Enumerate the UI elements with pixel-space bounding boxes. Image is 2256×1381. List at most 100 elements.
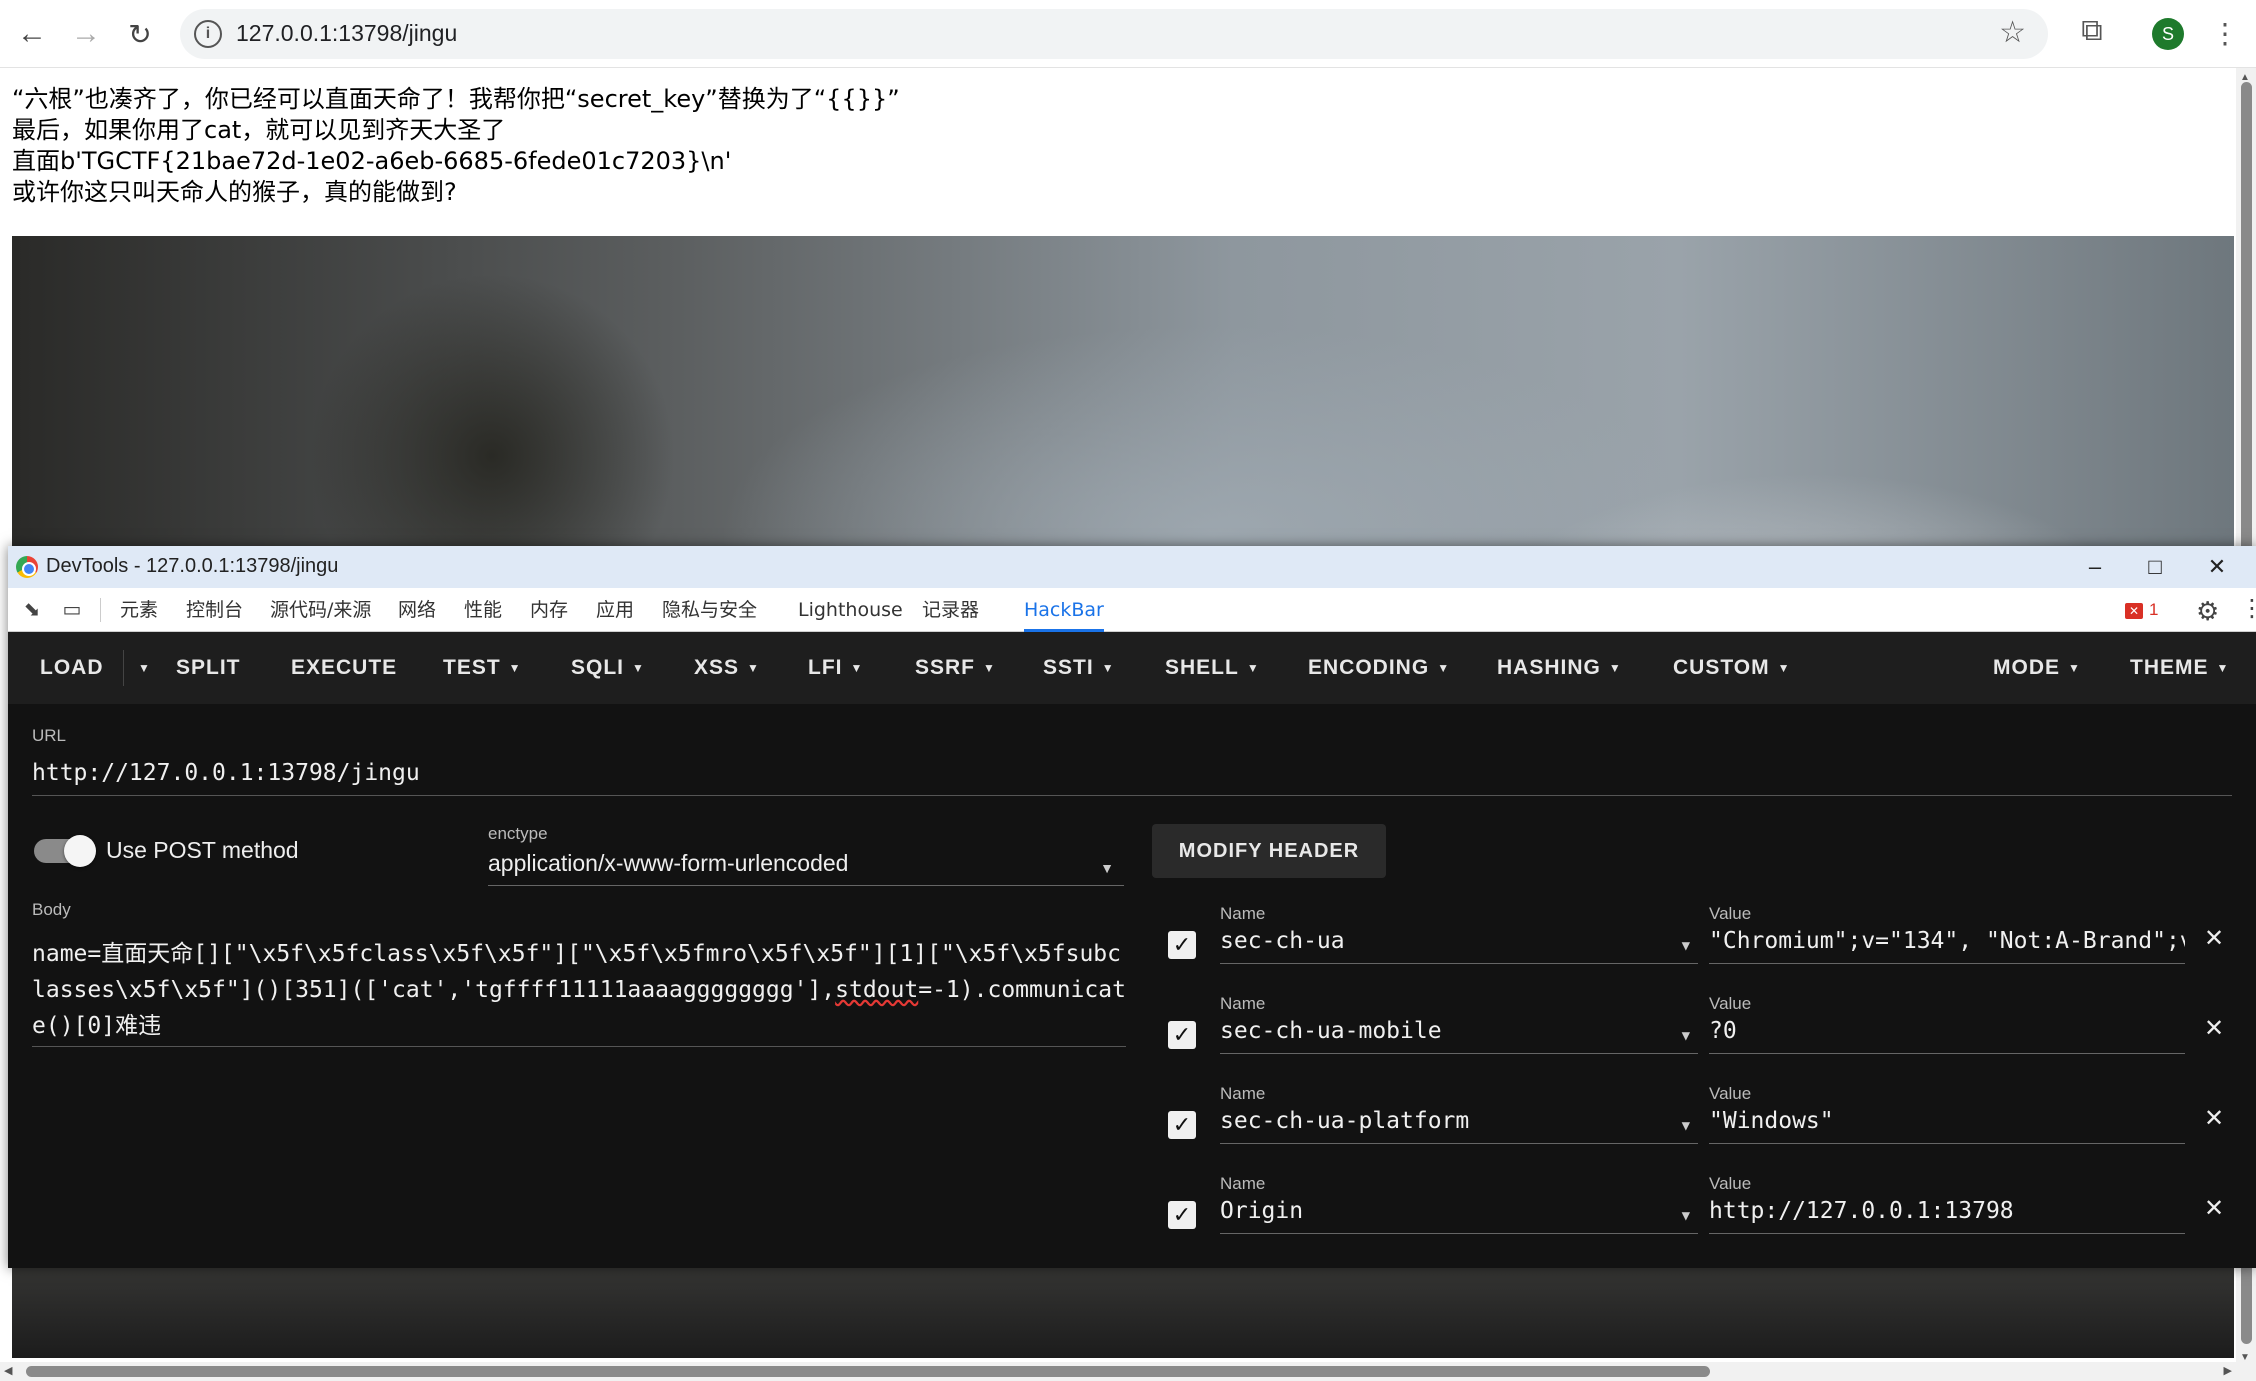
message-line: 或许你这只叫天命人的猴子，真的能做到? bbox=[12, 178, 457, 206]
site-info-icon[interactable]: i bbox=[194, 20, 222, 48]
browser-menu-icon[interactable]: ⋮ bbox=[2210, 16, 2240, 52]
tab-privacy-security[interactable]: 隐私与安全 bbox=[662, 588, 757, 632]
remove-header-icon[interactable]: ✕ bbox=[2204, 1104, 2224, 1133]
page-message: “六根”也凑齐了，你已经可以直面天命了！我帮你把“secret_key”替换为了… bbox=[12, 84, 900, 208]
tab-sources[interactable]: 源代码/来源 bbox=[270, 588, 371, 632]
tab-lighthouse[interactable]: Lighthouse bbox=[798, 588, 903, 632]
header-name-label: Name bbox=[1220, 904, 1266, 923]
header-value-label: Value bbox=[1709, 1084, 1752, 1103]
header-name-label: Name bbox=[1220, 994, 1266, 1013]
settings-gear-icon[interactable]: ⚙ bbox=[2196, 596, 2219, 627]
message-line: 最后，如果你用了cat，就可以见到齐天大圣了 bbox=[12, 116, 506, 144]
device-toolbar-icon[interactable]: ▭ bbox=[60, 598, 84, 622]
header-enabled-checkbox[interactable]: ✓ bbox=[1168, 1201, 1196, 1229]
header-name-select[interactable]: Origin ▼ bbox=[1220, 1198, 1698, 1234]
chevron-down-icon: ▼ bbox=[850, 661, 864, 676]
close-window-icon[interactable]: ✕ bbox=[2192, 550, 2242, 584]
header-row: ✓ Name sec-ch-ua-mobile ▼ Value ?0 ✕ bbox=[1158, 986, 2248, 1076]
sqli-menu[interactable]: SQLI ▼ bbox=[571, 632, 645, 704]
tab-performance[interactable]: 性能 bbox=[464, 588, 502, 632]
tab-elements[interactable]: 元素 bbox=[120, 588, 158, 632]
header-enabled-checkbox[interactable]: ✓ bbox=[1168, 1021, 1196, 1049]
mode-menu[interactable]: MODE ▼ bbox=[1993, 632, 2081, 704]
url-label: URL bbox=[32, 726, 67, 745]
header-row: ✓ Name sec-ch-ua ▼ Value "Chromium";v="13… bbox=[1158, 896, 2248, 986]
header-enabled-checkbox[interactable]: ✓ bbox=[1168, 931, 1196, 959]
header-name-select[interactable]: sec-ch-ua-platform ▼ bbox=[1220, 1108, 1698, 1144]
header-enabled-checkbox[interactable]: ✓ bbox=[1168, 1111, 1196, 1139]
theme-menu-label: THEME bbox=[2130, 656, 2209, 679]
encoding-menu[interactable]: ENCODING ▼ bbox=[1308, 632, 1450, 704]
load-button[interactable]: LOAD bbox=[40, 632, 104, 704]
tab-recorder[interactable]: 记录器 bbox=[922, 588, 979, 632]
execute-button[interactable]: EXECUTE bbox=[291, 632, 397, 704]
header-name-label: Name bbox=[1220, 1084, 1266, 1103]
header-name-select[interactable]: sec-ch-ua ▼ bbox=[1220, 928, 1698, 964]
post-method-toggle[interactable] bbox=[34, 835, 96, 867]
bookmark-star-icon[interactable]: ☆ bbox=[1999, 15, 2026, 50]
forward-arrow-icon[interactable]: → bbox=[66, 14, 106, 54]
horizontal-scrollbar[interactable]: ◀ ▶ bbox=[0, 1362, 2236, 1381]
split-button[interactable]: SPLIT bbox=[176, 632, 241, 704]
remove-header-icon[interactable]: ✕ bbox=[2204, 924, 2224, 953]
error-count: 1 bbox=[2149, 600, 2159, 619]
tab-application[interactable]: 应用 bbox=[596, 588, 634, 632]
header-row: ✓ Name Origin ▼ Value http://127.0.0.1:13… bbox=[1158, 1166, 2248, 1256]
scroll-down-icon[interactable]: ▼ bbox=[2240, 1352, 2250, 1363]
scroll-left-icon[interactable]: ◀ bbox=[4, 1364, 12, 1377]
profile-avatar[interactable]: S bbox=[2152, 18, 2184, 50]
scroll-right-icon[interactable]: ▶ bbox=[2224, 1364, 2232, 1377]
header-value-input[interactable]: http://127.0.0.1:13798 bbox=[1709, 1198, 2185, 1234]
ssrf-menu[interactable]: SSRF ▼ bbox=[915, 632, 996, 704]
hackbar-toolbar: LOAD ▼ SPLIT EXECUTE TEST ▼ SQLI ▼ XSS ▼ LF… bbox=[8, 632, 2256, 704]
hackbar-panel: URL http://127.0.0.1:13798/jingu Use POS… bbox=[8, 704, 2256, 1268]
shell-menu[interactable]: SHELL ▼ bbox=[1165, 632, 1260, 704]
chevron-down-icon: ▼ bbox=[1777, 661, 1791, 676]
devtools-menu-icon[interactable]: ⋮ bbox=[2240, 594, 2256, 623]
custom-menu-label: CUSTOM bbox=[1673, 656, 1770, 679]
header-value-input[interactable]: "Chromium";v="134", "Not:A-Brand";v="24"… bbox=[1709, 928, 2185, 964]
header-value-input[interactable]: ?0 bbox=[1709, 1018, 2185, 1054]
tab-network[interactable]: 网络 bbox=[398, 588, 436, 632]
hashing-menu[interactable]: HASHING ▼ bbox=[1497, 632, 1622, 704]
header-name-select[interactable]: sec-ch-ua-mobile ▼ bbox=[1220, 1018, 1698, 1054]
test-menu[interactable]: TEST ▼ bbox=[443, 632, 522, 704]
inspect-element-icon[interactable]: ⬊ bbox=[20, 598, 44, 622]
chevron-down-icon: ▼ bbox=[1681, 1118, 1690, 1134]
ssti-menu-label: SSTI bbox=[1043, 656, 1094, 679]
modify-header-button[interactable]: MODIFY HEADER bbox=[1152, 824, 1386, 878]
enctype-select[interactable]: application/x-www-form-urlencoded ▼ bbox=[488, 850, 1124, 886]
error-count-badge[interactable]: ✕ 1 bbox=[2125, 600, 2158, 620]
lfi-menu[interactable]: LFI ▼ bbox=[808, 632, 863, 704]
header-name-value: sec-ch-ua-mobile bbox=[1220, 1018, 1442, 1044]
sqli-menu-label: SQLI bbox=[571, 656, 625, 679]
maximize-icon[interactable]: □ bbox=[2130, 550, 2180, 584]
url-input[interactable]: http://127.0.0.1:13798/jingu bbox=[32, 760, 2232, 796]
back-arrow-icon[interactable]: ← bbox=[12, 14, 52, 54]
extensions-puzzle-icon[interactable]: ⧉ bbox=[2072, 14, 2112, 54]
address-bar[interactable]: i 127.0.0.1:13798/jingu ☆ bbox=[180, 9, 2048, 59]
toggle-knob[interactable] bbox=[64, 835, 96, 867]
encoding-menu-label: ENCODING bbox=[1308, 656, 1430, 679]
mode-menu-label: MODE bbox=[1993, 656, 2060, 679]
custom-menu[interactable]: CUSTOM ▼ bbox=[1673, 632, 1791, 704]
remove-header-icon[interactable]: ✕ bbox=[2204, 1014, 2224, 1043]
ssti-menu[interactable]: SSTI ▼ bbox=[1043, 632, 1115, 704]
xss-menu[interactable]: XSS ▼ bbox=[694, 632, 760, 704]
address-url[interactable]: 127.0.0.1:13798/jingu bbox=[236, 20, 457, 47]
tab-hackbar[interactable]: HackBar bbox=[1024, 588, 1104, 632]
enctype-value: application/x-www-form-urlencoded bbox=[488, 850, 849, 876]
hashing-menu-label: HASHING bbox=[1497, 656, 1601, 679]
reload-icon[interactable]: ↻ bbox=[120, 14, 160, 54]
theme-menu[interactable]: THEME ▼ bbox=[2130, 632, 2229, 704]
chevron-down-icon: ▼ bbox=[1608, 661, 1622, 676]
tab-console[interactable]: 控制台 bbox=[186, 588, 243, 632]
body-textarea[interactable]: name=直面天命[]["\x5f\x5fclass\x5f\x5f"]["\x… bbox=[32, 936, 1126, 1047]
load-dropdown-icon[interactable]: ▼ bbox=[130, 632, 151, 704]
remove-header-icon[interactable]: ✕ bbox=[2204, 1194, 2224, 1223]
tab-memory[interactable]: 内存 bbox=[530, 588, 568, 632]
minimize-icon[interactable]: – bbox=[2070, 550, 2120, 584]
chevron-down-icon: ▼ bbox=[1246, 661, 1260, 676]
horizontal-scroll-thumb[interactable] bbox=[26, 1366, 1710, 1377]
header-value-input[interactable]: "Windows" bbox=[1709, 1108, 2185, 1144]
